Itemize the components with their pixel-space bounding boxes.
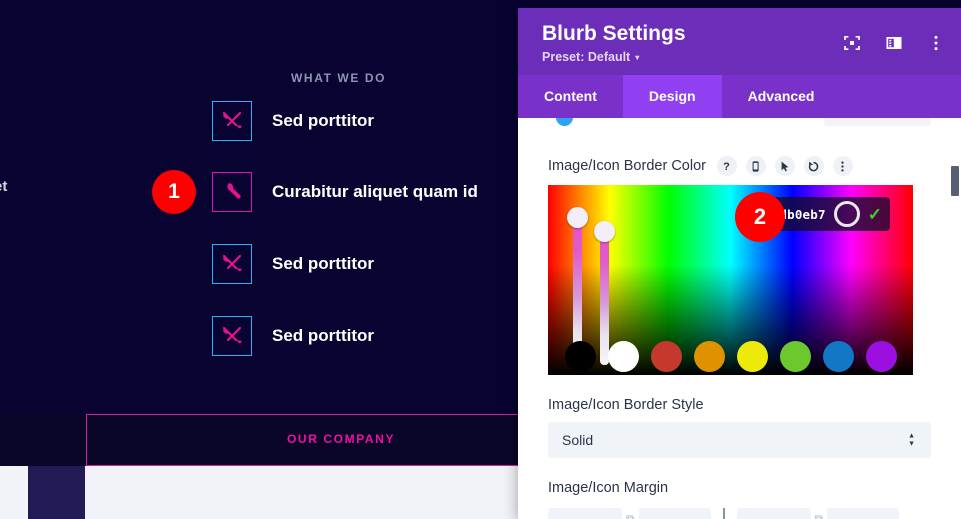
- margin-label: Image/Icon Margin: [548, 480, 669, 497]
- tab-design[interactable]: Design: [622, 75, 722, 119]
- check-icon[interactable]: ✓: [868, 206, 882, 223]
- modal-scrollbar-track[interactable]: [951, 118, 961, 519]
- responsive-device-icon[interactable]: [745, 156, 766, 177]
- partial-offscreen-text: et: [0, 178, 8, 195]
- border-color-label-row: Image/Icon Border Color ?: [548, 156, 931, 177]
- border-style-label-row: Image/Icon Border Style: [548, 397, 931, 413]
- expand-icon[interactable]: [843, 34, 861, 52]
- partial-control-above: [548, 118, 931, 134]
- margin-group-top: ⧉: [548, 508, 711, 519]
- color-swatch-orange[interactable]: [693, 341, 725, 373]
- color-swatch-row: [548, 341, 913, 373]
- blurb-module-selected[interactable]: Curabitur aliquet quam id: [212, 172, 478, 212]
- margin-group-bottom: ⧉: [736, 508, 900, 519]
- blurb-icon-box[interactable]: [212, 316, 252, 356]
- blurb-title: Sed porttitor: [272, 254, 374, 273]
- color-picker-saturation-area[interactable]: #db0eb7 ✓: [548, 185, 913, 376]
- step-badge-2: 2: [735, 192, 785, 242]
- section-heading-what-we-do: WHAT WE DO: [291, 71, 387, 85]
- tools-icon: [222, 111, 242, 129]
- border-style-select[interactable]: Solid ▲ ▼: [548, 422, 931, 459]
- modal-header-actions: [843, 34, 945, 52]
- border-color-controls: ?: [716, 156, 853, 177]
- color-swatch-yellow[interactable]: [736, 341, 768, 373]
- footer-accent-strip: [28, 466, 85, 519]
- tab-advanced[interactable]: Advanced: [722, 75, 841, 118]
- color-swatch-black[interactable]: [564, 341, 596, 373]
- preset-label: Preset: Default: [542, 50, 631, 65]
- border-style-value: Solid: [562, 432, 594, 449]
- link-values-icon[interactable]: ⧉: [626, 512, 635, 519]
- hover-cursor-icon[interactable]: [774, 156, 795, 177]
- chevron-down-icon: ▾: [635, 53, 640, 63]
- blurb-title: Sed porttitor: [272, 111, 374, 130]
- preset-selector[interactable]: Preset: Default ▾: [542, 50, 939, 64]
- modal-body: Image/Icon Border Color ? #db0eb7 ✓ Imag…: [518, 118, 961, 519]
- margin-label-row: Image/Icon Margin: [548, 480, 931, 496]
- more-options-icon[interactable]: [832, 156, 853, 177]
- margin-left-input[interactable]: [827, 508, 900, 519]
- margin-right-input[interactable]: [638, 508, 711, 519]
- modal-scrollbar-thumb[interactable]: [951, 166, 959, 197]
- tools-icon: [222, 326, 242, 344]
- step-badge-1: 1: [152, 170, 196, 214]
- blurb-module[interactable]: Sed porttitor: [212, 316, 374, 356]
- select-arrows-icon: ▲ ▼: [908, 432, 915, 448]
- color-swatch-green[interactable]: [779, 341, 811, 373]
- modal-tabs: Content Design Advanced: [518, 75, 961, 119]
- modal-header: Blurb Settings Preset: Default ▾: [518, 8, 961, 76]
- layout-panel-icon[interactable]: [885, 34, 903, 52]
- blurb-module[interactable]: Sed porttitor: [212, 101, 374, 141]
- color-swatch-white[interactable]: [607, 341, 639, 373]
- blurb-module[interactable]: Sed porttitor: [212, 244, 374, 284]
- color-swatch-purple[interactable]: [865, 341, 897, 373]
- margin-top-input[interactable]: [548, 508, 622, 519]
- border-style-label: Image/Icon Border Style: [548, 397, 704, 414]
- screen: WHAT WE DO et Sed porttitor: [0, 0, 961, 519]
- partial-input-box[interactable]: [824, 118, 931, 127]
- blurb-settings-modal: Blurb Settings Preset: Default ▾ Content…: [518, 8, 961, 519]
- color-slider-handle-1[interactable]: [567, 207, 588, 229]
- color-swatch-blue[interactable]: [822, 341, 854, 373]
- margin-inputs: ⧉ ⧉: [548, 508, 931, 519]
- blurb-title: Curabitur aliquet quam id: [272, 182, 478, 201]
- reset-undo-icon[interactable]: [803, 156, 824, 177]
- color-swatch-red[interactable]: [650, 341, 682, 373]
- link-values-icon-2[interactable]: ⧉: [815, 512, 824, 519]
- wrench-icon: [227, 183, 241, 199]
- blurb-title: Sed porttitor: [272, 326, 374, 345]
- blurb-icon-box[interactable]: [212, 244, 252, 284]
- tools-icon: [222, 254, 242, 272]
- color-preview-swatch: [833, 201, 860, 228]
- border-color-label: Image/Icon Border Color: [548, 158, 706, 175]
- margin-bottom-input[interactable]: [736, 508, 811, 519]
- partial-toggle-dot[interactable]: [556, 118, 573, 127]
- help-icon[interactable]: ?: [716, 156, 737, 177]
- blurb-icon-box-selected[interactable]: [212, 172, 252, 212]
- svg-text:?: ?: [724, 161, 731, 173]
- blurb-icon-box[interactable]: [212, 101, 252, 141]
- color-slider-handle-2[interactable]: [594, 221, 615, 243]
- footer-heading-our-company: OUR COMPANY: [287, 432, 396, 446]
- more-vertical-icon[interactable]: [927, 34, 945, 52]
- margin-divider: [722, 508, 725, 519]
- tab-content[interactable]: Content: [518, 75, 623, 118]
